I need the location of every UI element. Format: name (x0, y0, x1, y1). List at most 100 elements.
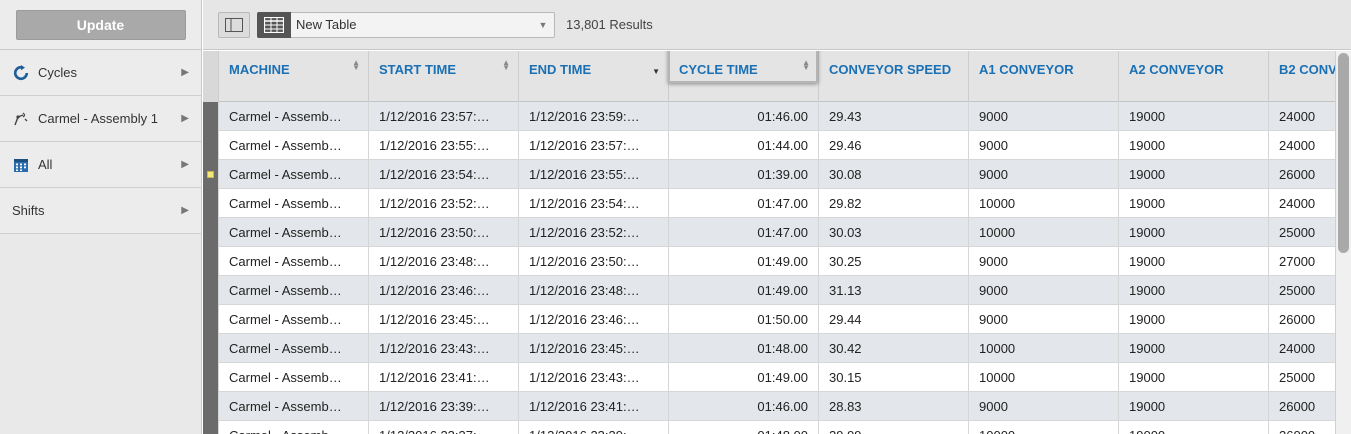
table-cell: 9000 (968, 160, 1118, 189)
row-gutter[interactable] (203, 102, 218, 131)
table-cell: Carmel - Assemb… (218, 276, 368, 305)
table-cell: 26000 (1268, 392, 1335, 421)
table-name: New Table (296, 17, 357, 32)
column-label: A2 CONVEYOR (1129, 62, 1224, 77)
column-header-a1-conveyor[interactable]: A1 CONVEYOR (968, 51, 1118, 102)
table-cell: 1/12/2016 23:41:… (368, 363, 518, 392)
table-row[interactable]: Carmel - Assemb… 1/12/2016 23:54:… 1/12/20… (203, 160, 1335, 189)
table-cell: 27000 (1268, 247, 1335, 276)
sidebar-item-all[interactable]: All ▶ (0, 142, 201, 188)
table-cell: Carmel - Assemb… (218, 131, 368, 160)
table-cell: 30.08 (818, 160, 968, 189)
row-gutter[interactable] (203, 218, 218, 247)
result-count: 13,801 Results (566, 17, 653, 32)
table-cell: 29.82 (818, 189, 968, 218)
sidebar-item-label: Shifts (12, 203, 45, 218)
table-cell: 25000 (1268, 218, 1335, 247)
row-gutter[interactable] (203, 247, 218, 276)
table-body: Carmel - Assemb… 1/12/2016 23:57:… 1/12/20… (203, 102, 1335, 434)
sort-icon[interactable]: ▲ ▼ (502, 59, 510, 72)
vertical-scrollbar[interactable] (1335, 51, 1351, 434)
table-cell: Carmel - Assemb… (218, 247, 368, 276)
table-row[interactable]: Carmel - Assemb… 1/12/2016 23:57:… 1/12/20… (203, 102, 1335, 131)
table-cell: Carmel - Assemb… (218, 363, 368, 392)
row-gutter[interactable] (203, 160, 218, 189)
table-cell: 30.42 (818, 334, 968, 363)
table-cell: 1/12/2016 23:52:… (368, 189, 518, 218)
panel-toggle-button[interactable] (218, 11, 250, 38)
table-row[interactable]: Carmel - Assemb… 1/12/2016 23:39:… 1/12/20… (203, 392, 1335, 421)
table-cell: 25000 (1268, 276, 1335, 305)
table-row[interactable]: Carmel - Assemb… 1/12/2016 23:41:… 1/12/20… (203, 363, 1335, 392)
update-button[interactable]: Update (15, 9, 186, 40)
machine-icon (12, 110, 30, 128)
table-row[interactable]: Carmel - Assemb… 1/12/2016 23:52:… 1/12/20… (203, 189, 1335, 218)
table-cell: 30.03 (818, 218, 968, 247)
column-header-end-time[interactable]: END TIME ▼ (518, 51, 668, 102)
column-header-b2-conveyor[interactable]: B2 CONV (1268, 51, 1335, 102)
sidebar-item-cycles[interactable]: Cycles ▶ (0, 50, 201, 96)
table-row[interactable]: Carmel - Assemb… 1/12/2016 23:45:… 1/12/20… (203, 305, 1335, 334)
table-cell: 1/12/2016 23:59:… (518, 102, 668, 131)
table-row[interactable]: Carmel - Assemb… 1/12/2016 23:43:… 1/12/20… (203, 334, 1335, 363)
column-header-start-time[interactable]: START TIME ▲ ▼ (368, 51, 518, 102)
calendar-icon (12, 156, 30, 174)
column-header-machine[interactable]: MACHINE ▲ ▼ (218, 51, 368, 102)
table-cell: 9000 (968, 247, 1118, 276)
column-header-conveyor-speed[interactable]: CONVEYOR SPEED (818, 51, 968, 102)
row-gutter[interactable] (203, 392, 218, 421)
row-gutter[interactable] (203, 131, 218, 160)
chevron-right-icon: ▶ (181, 113, 189, 124)
sort-icon[interactable]: ▲ ▼ (352, 59, 360, 72)
table-cell: 1/12/2016 23:39:… (368, 392, 518, 421)
sidebar-item-machine[interactable]: Carmel - Assembly 1 ▶ (0, 96, 201, 142)
column-label: START TIME (379, 62, 457, 77)
table-row[interactable]: Carmel - Assemb…1/12/2016 23:37:…1/12/20… (203, 421, 1335, 434)
table-row[interactable]: Carmel - Assemb… 1/12/2016 23:48:… 1/12/20… (203, 247, 1335, 276)
table-cell: 01:46.00 (668, 392, 818, 421)
row-gutter[interactable] (203, 334, 218, 363)
table-cell: 19000 (1118, 421, 1268, 434)
table-row[interactable]: Carmel - Assemb… 1/12/2016 23:50:… 1/12/20… (203, 218, 1335, 247)
table-cell: 1/12/2016 23:50:… (368, 218, 518, 247)
row-gutter[interactable] (203, 421, 218, 434)
table-cell: 01:47.00 (668, 189, 818, 218)
table-cell: 01:48.00 (668, 334, 818, 363)
sidebar-item-label: Cycles (38, 65, 78, 80)
sort-desc-icon[interactable]: ▼ (652, 61, 660, 82)
table-cell: Carmel - Assemb… (218, 160, 368, 189)
table-cell: 9000 (968, 131, 1118, 160)
row-gutter[interactable] (203, 363, 218, 392)
table-cell: 1/12/2016 23:50:… (518, 247, 668, 276)
table-row[interactable]: Carmel - Assemb… 1/12/2016 23:46:… 1/12/20… (203, 276, 1335, 305)
row-gutter[interactable] (203, 276, 218, 305)
scrollbar-thumb[interactable] (1338, 53, 1349, 253)
table-cell: 01:49.00 (668, 276, 818, 305)
table-cell: 1/12/2016 23:39:… (518, 421, 668, 434)
table-row[interactable]: Carmel - Assemb… 1/12/2016 23:55:… 1/12/20… (203, 131, 1335, 160)
table-icon (257, 11, 291, 38)
table-cell: 1/12/2016 23:48:… (368, 247, 518, 276)
table-cell: 26000 (1268, 160, 1335, 189)
table-cell: 01:44.00 (668, 131, 818, 160)
table-select[interactable]: New Table ▼ (257, 11, 555, 38)
table-cell: 19000 (1118, 102, 1268, 131)
table-cell: Carmel - Assemb… (218, 189, 368, 218)
table-cell: 29.44 (818, 305, 968, 334)
table-cell: 10000 (968, 363, 1118, 392)
table-cell: 1/12/2016 23:37:… (368, 421, 518, 434)
column-header-a2-conveyor[interactable]: A2 CONVEYOR (1118, 51, 1268, 102)
table-cell: 19000 (1118, 276, 1268, 305)
row-gutter[interactable] (203, 189, 218, 218)
table-cell: 10000 (968, 421, 1118, 434)
table-cell: 19000 (1118, 189, 1268, 218)
table-cell: 1/12/2016 23:48:… (518, 276, 668, 305)
table-cell: 29.46 (818, 131, 968, 160)
table-cell: 31.13 (818, 276, 968, 305)
table-cell: 9000 (968, 276, 1118, 305)
row-gutter[interactable] (203, 305, 218, 334)
sidebar-item-shifts[interactable]: Shifts ▶ (0, 188, 201, 234)
table-cell: 1/12/2016 23:46:… (518, 305, 668, 334)
table-cell: 1/12/2016 23:45:… (368, 305, 518, 334)
chevron-right-icon: ▶ (181, 205, 189, 216)
